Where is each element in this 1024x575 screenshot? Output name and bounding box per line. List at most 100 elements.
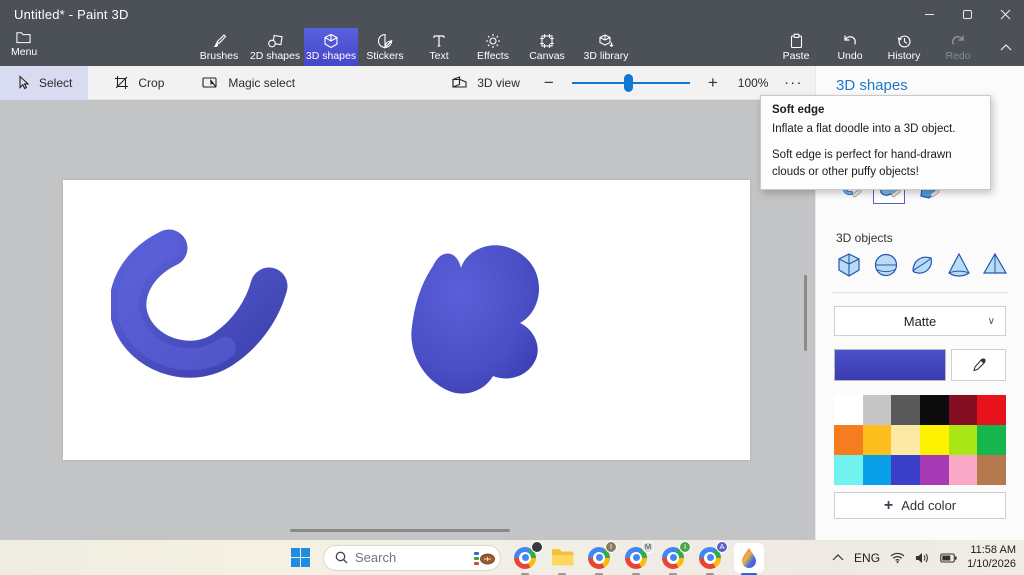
3d-view-button[interactable]: 3D view bbox=[437, 66, 534, 100]
tab-stickers[interactable]: Stickers bbox=[358, 28, 412, 66]
pyramid-shape-button[interactable] bbox=[980, 250, 1010, 280]
battery-icon[interactable] bbox=[940, 552, 957, 563]
cube-shape-button[interactable] bbox=[834, 250, 864, 280]
collapse-ribbon-button[interactable] bbox=[993, 28, 1019, 66]
volume-icon[interactable] bbox=[915, 552, 930, 564]
taskbar-app-paint3d[interactable] bbox=[734, 542, 764, 575]
crop-tool-button[interactable]: Crop bbox=[100, 66, 178, 100]
paste-button[interactable]: Paste bbox=[769, 28, 823, 66]
palette-color-7[interactable] bbox=[862, 425, 892, 455]
3d-library-icon bbox=[598, 33, 614, 47]
material-dropdown[interactable]: Matte ∨ bbox=[834, 306, 1006, 336]
taskbar-app-chrome-3[interactable]: M bbox=[623, 540, 654, 575]
vertical-scrollbar[interactable] bbox=[804, 275, 807, 351]
hemisphere-shape-button[interactable] bbox=[907, 250, 937, 280]
menu-folder-icon bbox=[16, 32, 31, 44]
search-icon bbox=[335, 551, 348, 564]
tab-3d-library[interactable]: 3D library bbox=[574, 28, 638, 66]
plus-icon: + bbox=[883, 496, 894, 514]
text-icon bbox=[433, 34, 445, 47]
zoom-in-button[interactable]: + bbox=[698, 73, 728, 93]
palette-color-15[interactable] bbox=[919, 455, 949, 485]
menu-button[interactable]: Menu bbox=[10, 30, 60, 64]
history-icon bbox=[897, 34, 911, 48]
palette-color-4[interactable] bbox=[948, 395, 978, 425]
3d-soft-blob-shape[interactable] bbox=[391, 228, 551, 400]
chevron-up-icon bbox=[1000, 43, 1012, 50]
palette-color-3[interactable] bbox=[919, 395, 949, 425]
palette-color-6[interactable] bbox=[834, 425, 863, 455]
cube-icon bbox=[838, 253, 860, 277]
taskbar-clock[interactable]: 11:58 AM 1/10/2026 bbox=[967, 544, 1016, 572]
tab-2d-shapes[interactable]: 2D shapes bbox=[246, 28, 304, 66]
tab-text[interactable]: Text bbox=[412, 28, 466, 66]
workspace bbox=[0, 100, 815, 540]
drawing-canvas[interactable] bbox=[63, 180, 750, 460]
start-button[interactable] bbox=[288, 546, 312, 570]
tab-canvas[interactable]: Canvas bbox=[520, 28, 574, 66]
taskbar-app-chrome-1[interactable] bbox=[512, 540, 543, 575]
search-input[interactable] bbox=[355, 550, 466, 565]
taskbar-search[interactable] bbox=[323, 544, 501, 571]
sphere-shape-button[interactable] bbox=[871, 250, 901, 280]
magic-select-button[interactable]: Magic select bbox=[188, 66, 309, 100]
close-button[interactable] bbox=[986, 0, 1024, 28]
tool-options-bar: Select Crop Magic select 3D view − + 100… bbox=[0, 65, 815, 100]
taskbar-app-chrome-4[interactable]: I bbox=[660, 540, 691, 575]
ribbon-tabs: Brushes 2D shapes 3D shapes Stickers Tex… bbox=[192, 28, 638, 66]
eyedropper-button[interactable] bbox=[951, 349, 1006, 381]
3d-tube-shape[interactable] bbox=[111, 226, 291, 391]
palette-color-1[interactable] bbox=[862, 395, 892, 425]
palette-color-17[interactable] bbox=[977, 455, 1006, 485]
select-label: Select bbox=[39, 75, 73, 90]
zoom-slider-thumb[interactable] bbox=[623, 73, 633, 92]
palette-color-10[interactable] bbox=[948, 425, 978, 455]
select-tool-button[interactable]: Select bbox=[0, 65, 89, 100]
cone-icon bbox=[947, 252, 970, 277]
taskbar-app-chrome-2[interactable]: I bbox=[586, 540, 617, 575]
language-indicator[interactable]: ENG bbox=[854, 551, 880, 565]
zoom-slider[interactable] bbox=[571, 73, 690, 92]
palette-color-8[interactable] bbox=[891, 425, 920, 455]
palette-color-12[interactable] bbox=[834, 455, 863, 485]
palette-color-9[interactable] bbox=[919, 425, 949, 455]
profile-badge: I bbox=[605, 540, 617, 553]
palette-color-5[interactable] bbox=[977, 395, 1006, 425]
more-options-button[interactable]: ... bbox=[778, 71, 815, 94]
tab-3d-shapes[interactable]: 3D shapes bbox=[304, 28, 358, 66]
palette-color-2[interactable] bbox=[891, 395, 920, 425]
zoom-level-value[interactable]: 100% bbox=[728, 76, 779, 90]
palette-color-16[interactable] bbox=[948, 455, 978, 485]
zoom-out-button[interactable]: − bbox=[534, 73, 564, 93]
tooltip-title: Soft edge bbox=[772, 104, 825, 116]
panel-title: 3D shapes bbox=[836, 77, 908, 94]
horizontal-scrollbar[interactable] bbox=[290, 529, 510, 532]
minimize-icon bbox=[924, 13, 934, 15]
taskbar-app-file-explorer[interactable] bbox=[549, 545, 575, 575]
tooltip-line1: Inflate a flat doodle into a 3D object. bbox=[772, 123, 956, 135]
tab-effects[interactable]: Effects bbox=[466, 28, 520, 66]
menu-label: Menu bbox=[11, 46, 38, 58]
add-color-button[interactable]: + Add color bbox=[834, 492, 1006, 519]
profile-avatar-badge bbox=[531, 540, 543, 553]
eyedropper-icon bbox=[972, 358, 986, 372]
tray-chevron-up-icon[interactable] bbox=[832, 554, 844, 561]
current-color-swatch[interactable] bbox=[834, 349, 946, 381]
tab-brushes[interactable]: Brushes bbox=[192, 28, 246, 66]
palette-color-14[interactable] bbox=[891, 455, 920, 485]
ribbon-actions: Paste Undo History Redo bbox=[769, 28, 985, 66]
taskbar-app-chrome-5[interactable]: A bbox=[697, 540, 728, 575]
cone-shape-button[interactable] bbox=[944, 250, 974, 280]
history-button[interactable]: History bbox=[877, 28, 931, 66]
pyramid-icon bbox=[982, 252, 1008, 274]
paste-icon bbox=[790, 33, 802, 48]
palette-color-13[interactable] bbox=[862, 455, 892, 485]
palette-color-11[interactable] bbox=[977, 425, 1006, 455]
maximize-button[interactable] bbox=[948, 0, 986, 28]
clock-time: 11:58 AM bbox=[970, 543, 1016, 556]
wifi-icon[interactable] bbox=[890, 552, 905, 563]
undo-button[interactable]: Undo bbox=[823, 28, 877, 66]
palette-color-0[interactable] bbox=[834, 395, 863, 425]
minimize-button[interactable] bbox=[910, 0, 948, 28]
paint3d-icon bbox=[742, 547, 756, 568]
